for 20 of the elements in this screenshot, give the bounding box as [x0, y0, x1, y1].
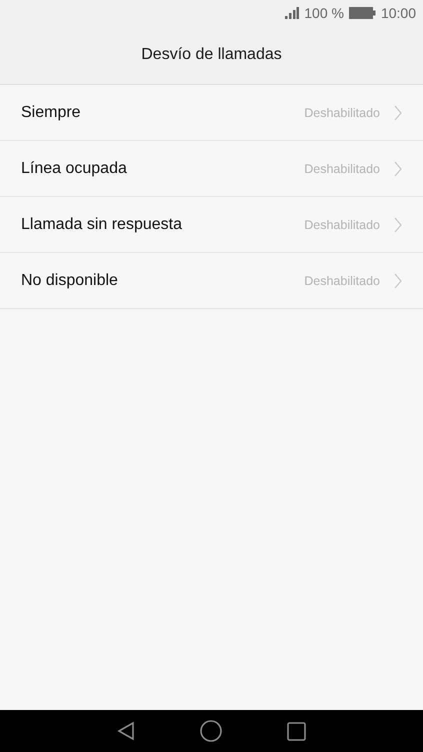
chevron-right-icon	[394, 272, 402, 288]
row-label: No disponible	[21, 272, 119, 290]
chevron-right-icon	[394, 160, 402, 176]
row-status: Deshabilitado	[304, 162, 380, 176]
row-label: Llamada sin respuesta	[21, 216, 183, 234]
row-label: Línea ocupada	[21, 160, 128, 178]
row-label: Siempre	[21, 104, 82, 122]
row-status: Deshabilitado	[304, 106, 380, 120]
recent-apps-button[interactable]	[287, 722, 306, 740]
back-button[interactable]	[117, 721, 135, 741]
clock-time: 10:00	[380, 5, 416, 21]
signal-icon	[285, 7, 300, 19]
screen-title: Desvío de llamadas	[141, 46, 282, 64]
battery-percentage: 100 %	[304, 5, 344, 21]
home-button[interactable]	[200, 720, 222, 742]
battery-icon	[348, 7, 376, 19]
row-status: Deshabilitado	[304, 274, 380, 288]
row-status: Deshabilitado	[304, 218, 380, 232]
chevron-right-icon	[394, 104, 402, 120]
chevron-right-icon	[394, 216, 402, 232]
